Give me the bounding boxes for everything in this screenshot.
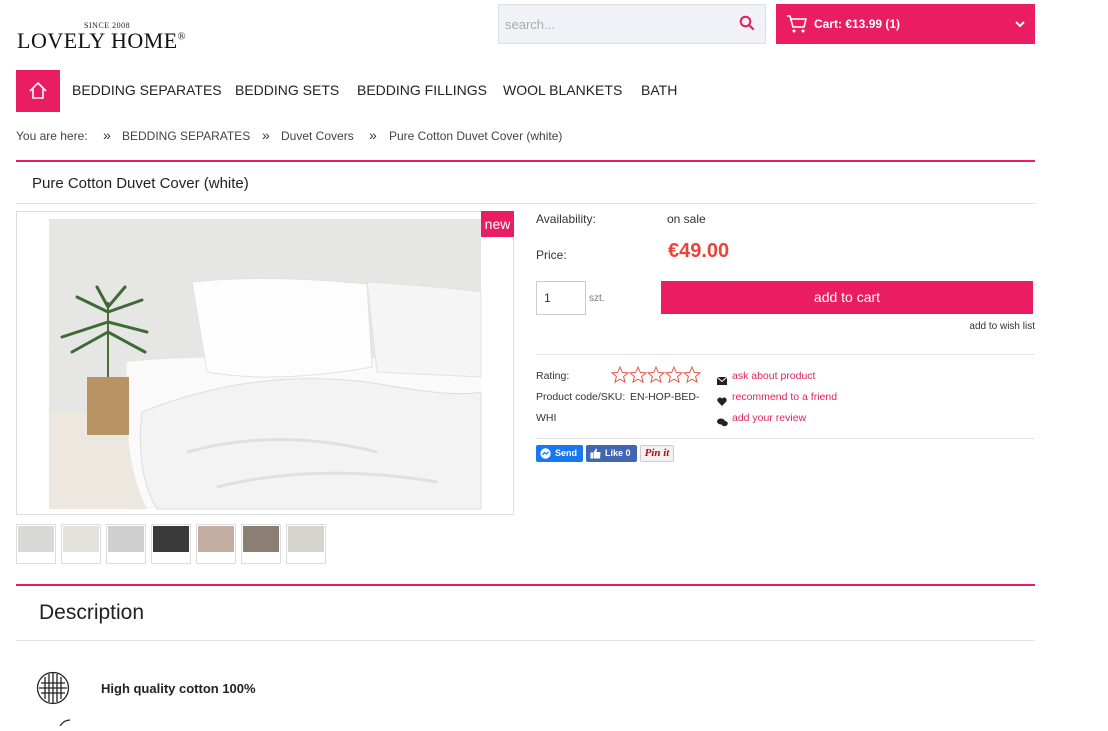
logo-registered: ® bbox=[177, 31, 186, 43]
divider bbox=[536, 438, 1034, 439]
messenger-send-label: Send bbox=[555, 448, 578, 458]
thumbs-up-icon bbox=[590, 448, 601, 459]
thumbnail[interactable] bbox=[16, 524, 56, 564]
nav-item-bath[interactable]: BATH bbox=[641, 82, 677, 98]
feature-text: High quality cotton 100% bbox=[101, 681, 256, 696]
messenger-send-button[interactable]: Send bbox=[536, 445, 583, 462]
sku-value: EN-HOP-BED- bbox=[630, 391, 700, 403]
breadcrumb-item: Pure Cotton Duvet Cover (white) bbox=[389, 129, 563, 143]
add-review-link[interactable]: add your review bbox=[732, 412, 806, 424]
unit-label: szt. bbox=[589, 293, 605, 304]
logo-text: LOVELY HOME bbox=[17, 28, 178, 53]
envelope-icon bbox=[716, 372, 728, 390]
search-icon[interactable] bbox=[739, 15, 755, 36]
divider bbox=[16, 160, 1035, 162]
product-image[interactable] bbox=[16, 211, 514, 515]
thumbnail[interactable] bbox=[151, 524, 191, 564]
thumbnail[interactable] bbox=[286, 524, 326, 564]
cart-icon bbox=[786, 13, 808, 40]
breadcrumb-separator: » bbox=[369, 127, 377, 143]
new-badge: new bbox=[481, 211, 514, 237]
price-label: Price: bbox=[536, 248, 567, 262]
nav-item-bedding-sets[interactable]: BEDDING SETS bbox=[235, 82, 339, 98]
add-to-cart-button[interactable]: add to cart bbox=[661, 281, 1033, 314]
thumbnail[interactable] bbox=[61, 524, 101, 564]
pinterest-pin-button[interactable]: Pin it bbox=[640, 445, 674, 462]
product-title: Pure Cotton Duvet Cover (white) bbox=[32, 175, 249, 192]
description-title: Description bbox=[39, 601, 145, 624]
breadcrumb-separator: » bbox=[262, 127, 270, 143]
breadcrumb-separator: » bbox=[103, 127, 111, 143]
cart-label: Cart: €13.99 (1) bbox=[814, 17, 901, 31]
comments-icon bbox=[717, 414, 728, 432]
price-value: €49.00 bbox=[668, 240, 730, 262]
breadcrumb-item[interactable]: BEDDING SEPARATES bbox=[122, 129, 250, 143]
heart-icon bbox=[717, 393, 727, 411]
quantity-input[interactable]: 1 bbox=[536, 281, 586, 315]
rating-stars[interactable] bbox=[610, 365, 703, 389]
sku-label: Product code/SKU: bbox=[536, 391, 626, 403]
breadcrumb-prefix: You are here: bbox=[16, 129, 88, 143]
thumbnail[interactable] bbox=[106, 524, 146, 564]
rating-label: Rating: bbox=[536, 370, 570, 382]
availability-value: on sale bbox=[667, 212, 706, 226]
chevron-down-icon[interactable] bbox=[1014, 17, 1026, 35]
divider bbox=[536, 354, 1034, 355]
breadcrumb-item[interactable]: Duvet Covers bbox=[281, 129, 354, 143]
home-button[interactable] bbox=[16, 70, 60, 112]
home-icon bbox=[29, 81, 47, 99]
cart-button[interactable]: Cart: €13.99 (1) bbox=[776, 4, 1035, 44]
cotton-fabric-icon bbox=[36, 671, 70, 710]
facebook-like-button[interactable]: Like 0 bbox=[586, 445, 637, 462]
facebook-like-label: Like 0 bbox=[605, 448, 631, 458]
nav-item-bedding-separates[interactable]: BEDDING SEPARATES bbox=[72, 82, 222, 98]
nav-item-wool-blankets[interactable]: WOOL BLANKETS bbox=[503, 82, 622, 98]
availability-label: Availability: bbox=[536, 212, 596, 226]
thumbnail[interactable] bbox=[196, 524, 236, 564]
logo[interactable]: LOVELY HOME® bbox=[17, 28, 186, 54]
search-box bbox=[498, 4, 766, 44]
nav-item-bedding-fillings[interactable]: BEDDING FILLINGS bbox=[357, 82, 487, 98]
thumbnail[interactable] bbox=[241, 524, 281, 564]
messenger-icon bbox=[540, 448, 551, 459]
recommend-link[interactable]: recommend to a friend bbox=[732, 391, 837, 403]
sku-value-continued: WHI bbox=[536, 412, 557, 424]
feather-icon bbox=[58, 713, 72, 731]
divider bbox=[16, 640, 1035, 641]
divider bbox=[16, 584, 1035, 586]
add-to-wishlist-link[interactable]: add to wish list bbox=[960, 321, 1035, 332]
ask-about-product-link[interactable]: ask about product bbox=[732, 370, 815, 382]
divider bbox=[16, 203, 1035, 204]
search-input[interactable] bbox=[499, 5, 731, 43]
